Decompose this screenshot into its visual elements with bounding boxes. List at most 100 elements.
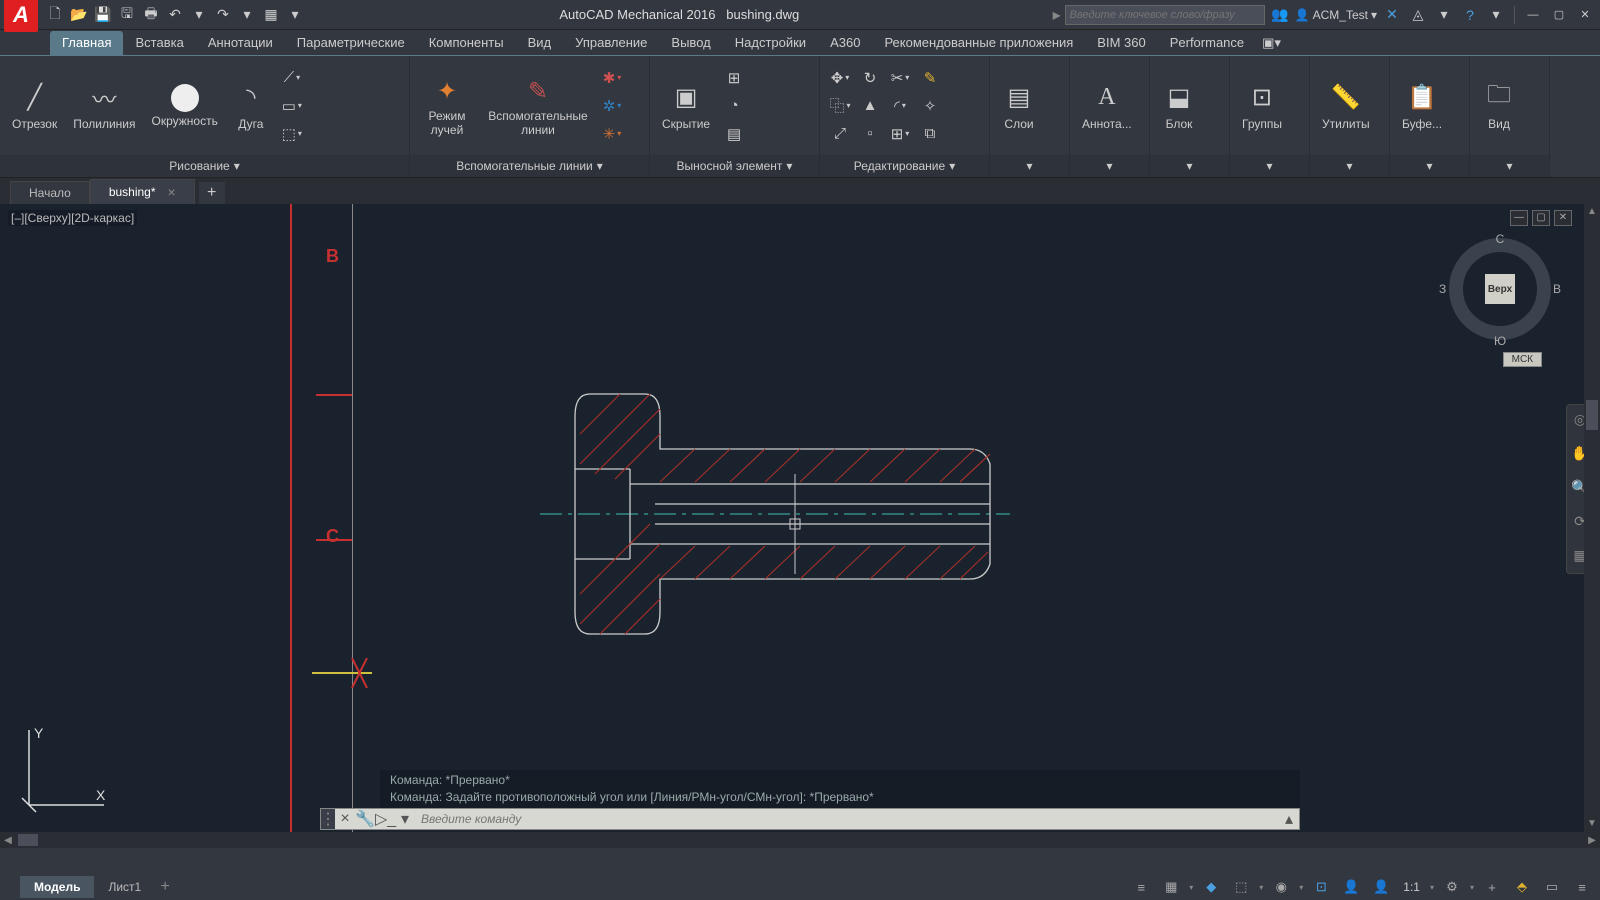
qat-more-icon[interactable]: ▾ [284,4,306,26]
move-icon[interactable]: ✥▾ [826,65,854,91]
paste-button[interactable]: 📋Буфе... [1396,79,1448,133]
infocenter-arrow-icon[interactable]: ▸ [1053,5,1061,25]
scale-label[interactable]: 1:1 [1399,880,1424,894]
print-icon[interactable]: 🖶 [140,4,162,26]
cmdline-grip-icon[interactable]: ⋮ [321,809,335,829]
app-logo-icon[interactable] [4,0,38,32]
panel-edit-title[interactable]: Редактирование ▾ [820,155,989,177]
ribbon-tab-bim360[interactable]: BIM 360 [1085,31,1157,55]
panel-clip-title[interactable]: ▾ [1390,155,1469,177]
panel-block-title[interactable]: ▾ [1150,155,1229,177]
annotate-button[interactable]: AАннота... [1076,79,1138,133]
open-icon[interactable]: 📂 [68,4,90,26]
viewcube-face[interactable]: Верх [1485,274,1515,304]
undo-dropdown-icon[interactable]: ▾ [188,4,210,26]
cmdline-tools-icon[interactable]: 🔧 [355,809,375,829]
snap-icon[interactable]: ◆ [1199,876,1223,898]
vp-maximize-icon[interactable]: ▢ [1532,210,1550,226]
detail-small-1[interactable]: ⊞ [720,65,748,91]
ribbon-tab-components[interactable]: Компоненты [417,31,516,55]
ortho-icon[interactable]: ⬚ [1229,876,1253,898]
customize-icon[interactable]: ≡ [1570,876,1594,898]
groups-button[interactable]: ⊡Группы [1236,79,1288,133]
polar-icon[interactable]: ◉ [1269,876,1293,898]
ribbon-tab-view[interactable]: Вид [516,31,564,55]
gear-icon[interactable]: ⚙ [1440,876,1464,898]
trim-icon[interactable]: ✂▾ [886,65,914,91]
polyline-button[interactable]: 〰Полилиния [67,79,141,133]
draw-small-3[interactable]: ⬚▾ [278,121,306,147]
search-input[interactable] [1065,5,1265,25]
vp-minimize-icon[interactable]: — [1510,210,1528,226]
a360-dd-icon[interactable]: ▾ [1433,4,1455,26]
ribbon-tab-addins[interactable]: Надстройки [723,31,818,55]
aux-small-3[interactable]: ✳▾ [598,121,626,147]
command-line[interactable]: ⋮ × 🔧 ▷_ ▾ ▴ [320,808,1300,830]
minimize-button[interactable]: — [1522,6,1544,24]
cmdline-recent-icon[interactable]: ▾ [395,809,415,829]
a360-icon[interactable]: ◬ [1407,4,1429,26]
panel-utils-title[interactable]: ▾ [1310,155,1389,177]
panel-aux-title[interactable]: Вспомогательные линии ▾ [410,155,649,177]
modelspace-icon[interactable]: ≡ [1129,876,1153,898]
ribbon-tab-output[interactable]: Вывод [659,31,722,55]
raymode-button[interactable]: ✦Режим лучей [416,72,478,138]
file-tab-start[interactable]: Начало [10,181,90,204]
cmdline-close-icon[interactable]: × [335,810,355,828]
mirror-icon[interactable]: ▲ [856,93,884,119]
view-button[interactable]: 🗀Вид [1476,79,1522,133]
hide-button[interactable]: ▣Скрытие [656,79,716,133]
wcs-button[interactable]: МСК [1503,352,1542,367]
copy-icon[interactable]: ⿻▾ [826,93,854,119]
maximize-button[interactable]: ▢ [1548,6,1570,24]
ribbon-collapse-icon[interactable]: ▣▾ [1256,31,1287,55]
undo-icon[interactable]: ↶ [164,4,186,26]
aux-small-1[interactable]: ✱▾ [598,65,626,91]
user-menu[interactable]: 👤 ACM_Test ▾ [1295,4,1377,26]
panel-groups-title[interactable]: ▾ [1230,155,1309,177]
draw-small-1[interactable]: ⟋▾ [278,65,306,91]
detail-small-3[interactable]: ▤ [720,121,748,147]
horizontal-scrollbar[interactable]: ◀▶ [0,832,1600,848]
plus-status-icon[interactable]: + [1480,876,1504,898]
scale-icon[interactable]: ▫ [856,121,884,147]
viewcube[interactable]: Верх С Ю В З [1445,234,1555,344]
tab-model[interactable]: Модель [20,876,94,898]
redo-icon[interactable]: ↷ [212,4,234,26]
circle-button[interactable]: Окружность [146,82,224,130]
panel-layers-title[interactable]: ▾ [990,155,1069,177]
line-button[interactable]: ╱Отрезок [6,79,63,133]
detail-small-2[interactable]: ◔ [720,93,748,119]
ribbon-tab-a360[interactable]: A360 [818,31,872,55]
ribbon-tab-parametric[interactable]: Параметрические [285,31,417,55]
redo-dropdown-icon[interactable]: ▾ [236,4,258,26]
add-tab-button[interactable]: + [199,182,225,204]
arc-button[interactable]: ◝Дуга [228,79,274,133]
close-button[interactable]: ✕ [1574,6,1596,24]
ribbon-tab-annotate[interactable]: Аннотации [196,31,285,55]
ribbon-tab-featured[interactable]: Рекомендованные приложения [872,31,1085,55]
fillet-icon[interactable]: ◜▾ [886,93,914,119]
panel-view-title[interactable]: ▾ [1470,155,1549,177]
auxlines-button[interactable]: ✎Вспомогательные линии [482,72,594,138]
rotate-icon[interactable]: ↻ [856,65,884,91]
stretch-icon[interactable]: ⤢ [826,121,854,147]
grid-icon[interactable]: ▦ [1159,876,1183,898]
offset-icon[interactable]: ⧉ [916,121,944,147]
osnap-icon[interactable]: ⊡ [1309,876,1333,898]
drawing-viewport[interactable]: [–][Сверху][2D-каркас] — ▢ ✕ B C [0,204,1600,848]
saveas-icon[interactable]: 🖫 [116,4,138,26]
draw-small-2[interactable]: ▭▾ [278,93,306,119]
tab-sheet1[interactable]: Лист1 [94,876,155,898]
aux-small-2[interactable]: ✲▾ [598,93,626,119]
ribbon-tab-performance[interactable]: Performance [1158,31,1256,55]
vertical-scrollbar[interactable]: ▲▼ [1584,204,1600,832]
annoscale-icon[interactable]: 👤 [1369,876,1393,898]
clean-icon[interactable]: ▭ [1540,876,1564,898]
panel-draw-title[interactable]: Рисование ▾ [0,155,409,177]
new-icon[interactable]: 🗋 [44,4,66,26]
explode-icon[interactable]: ✧ [916,93,944,119]
array-icon[interactable]: ⊞▾ [886,121,914,147]
signin-icon[interactable]: 👥 [1269,4,1291,26]
help-icon[interactable]: ? [1459,4,1481,26]
